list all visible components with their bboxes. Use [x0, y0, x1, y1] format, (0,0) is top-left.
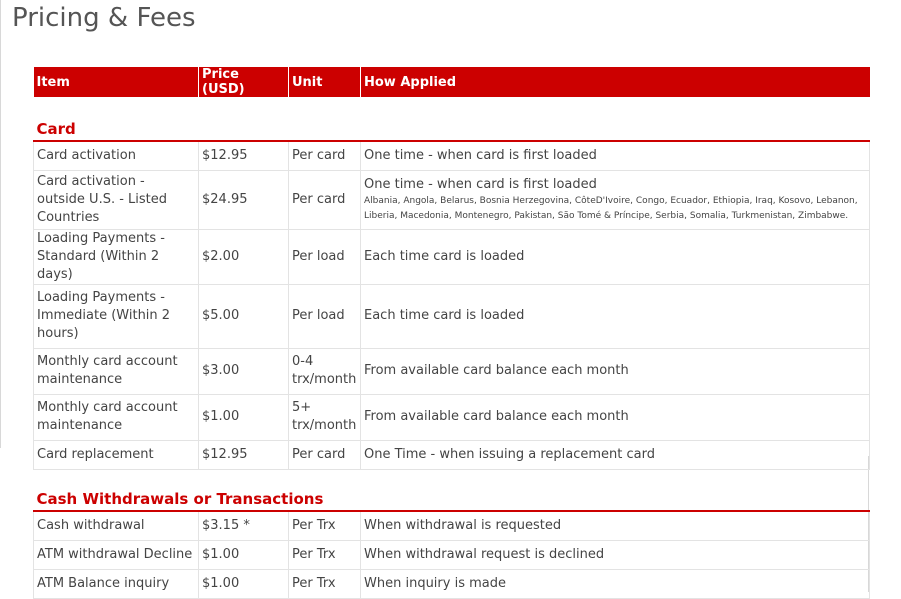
cell-price: $12.95	[198, 141, 289, 171]
left-border	[0, 0, 1, 448]
cell-unit: Per Trx	[288, 540, 361, 570]
how-applied-text: One time - when card is first loaded	[364, 176, 597, 192]
cell-price: $12.95	[198, 440, 289, 470]
cell-unit: 5+ trx/month	[288, 394, 361, 441]
cell-how-applied: When withdrawal request is declined	[360, 540, 870, 570]
table-row: Card activation $12.95 Per card One time…	[33, 141, 870, 171]
column-header-how-applied: How Applied	[360, 67, 870, 97]
cell-how-applied: From available card balance each month	[360, 348, 870, 395]
table-row: Monthly card account maintenance $3.00 0…	[33, 348, 870, 395]
cell-how-applied: Each time card is loaded	[360, 229, 870, 285]
table-row: Loading Payments - Standard (Within 2 da…	[33, 229, 870, 285]
cell-unit: Per card	[288, 440, 361, 470]
cell-how-applied: When inquiry is made	[360, 569, 870, 599]
section-header-cash-withdrawals: Cash Withdrawals or Transactions	[33, 469, 870, 512]
cell-how-applied: Each time card is loaded	[360, 284, 870, 349]
table-row: Monthly card account maintenance $1.00 5…	[33, 394, 870, 441]
cell-item: Monthly card account maintenance	[33, 394, 199, 441]
cell-price: $3.15 *	[198, 511, 289, 541]
cell-price: $2.00	[198, 229, 289, 285]
table-row: Loading Payments - Immediate (Within 2 h…	[33, 284, 870, 349]
cell-unit: Per card	[288, 170, 361, 230]
cell-price: $5.00	[198, 284, 289, 349]
section-header-card: Card	[33, 97, 870, 142]
table-row: ATM withdrawal Decline $1.00 Per Trx Whe…	[33, 540, 870, 570]
cell-unit: 0-4 trx/month	[288, 348, 361, 395]
table-row: Card replacement $12.95 Per card One Tim…	[33, 440, 870, 470]
cell-unit: Per Trx	[288, 569, 361, 599]
page-title: Pricing & Fees	[12, 3, 196, 33]
cell-how-applied: From available card balance each month	[360, 394, 870, 441]
cell-how-applied: One Time - when issuing a replacement ca…	[360, 440, 870, 470]
pricing-table: Item Price (USD) Unit How Applied Card C…	[33, 67, 870, 599]
cell-item: Loading Payments - Immediate (Within 2 h…	[33, 284, 199, 349]
cell-price: $1.00	[198, 569, 289, 599]
cell-price: $1.00	[198, 394, 289, 441]
cell-price: $3.00	[198, 348, 289, 395]
column-header-item: Item	[36, 74, 70, 90]
cell-how-applied: When withdrawal is requested	[360, 511, 870, 541]
cell-item: ATM withdrawal Decline	[33, 540, 199, 570]
section-title: Card	[33, 97, 870, 142]
cell-how-applied: One time - when card is first loaded Alb…	[360, 170, 870, 230]
cell-item: Card activation	[33, 141, 199, 171]
cell-item: Monthly card account maintenance	[33, 348, 199, 395]
table-header-row: Item Price (USD) Unit How Applied	[33, 67, 870, 97]
table-row: Card activation - outside U.S. - Listed …	[33, 170, 870, 230]
cell-item: Loading Payments - Standard (Within 2 da…	[33, 229, 199, 285]
section-title: Cash Withdrawals or Transactions	[33, 469, 870, 512]
cell-item: Card activation - outside U.S. - Listed …	[33, 170, 199, 230]
cell-price: $24.95	[198, 170, 289, 230]
table-row: ATM Balance inquiry $1.00 Per Trx When i…	[33, 569, 870, 599]
listed-countries: Albania, Angola, Belarus, Bosnia Herzego…	[364, 195, 858, 221]
table-row: Cash withdrawal $3.15 * Per Trx When wit…	[33, 511, 870, 541]
cell-price: $1.00	[198, 540, 289, 570]
cell-item: Card replacement	[33, 440, 199, 470]
cell-unit: Per load	[288, 284, 361, 349]
cell-how-applied: One time - when card is first loaded	[360, 141, 870, 171]
cell-unit: Per card	[288, 141, 361, 171]
column-header-unit: Unit	[288, 67, 361, 97]
cell-unit: Per Trx	[288, 511, 361, 541]
cell-item: Cash withdrawal	[33, 511, 199, 541]
cell-unit: Per load	[288, 229, 361, 285]
cell-item: ATM Balance inquiry	[33, 569, 199, 599]
column-header-price: Price (USD)	[198, 67, 289, 97]
